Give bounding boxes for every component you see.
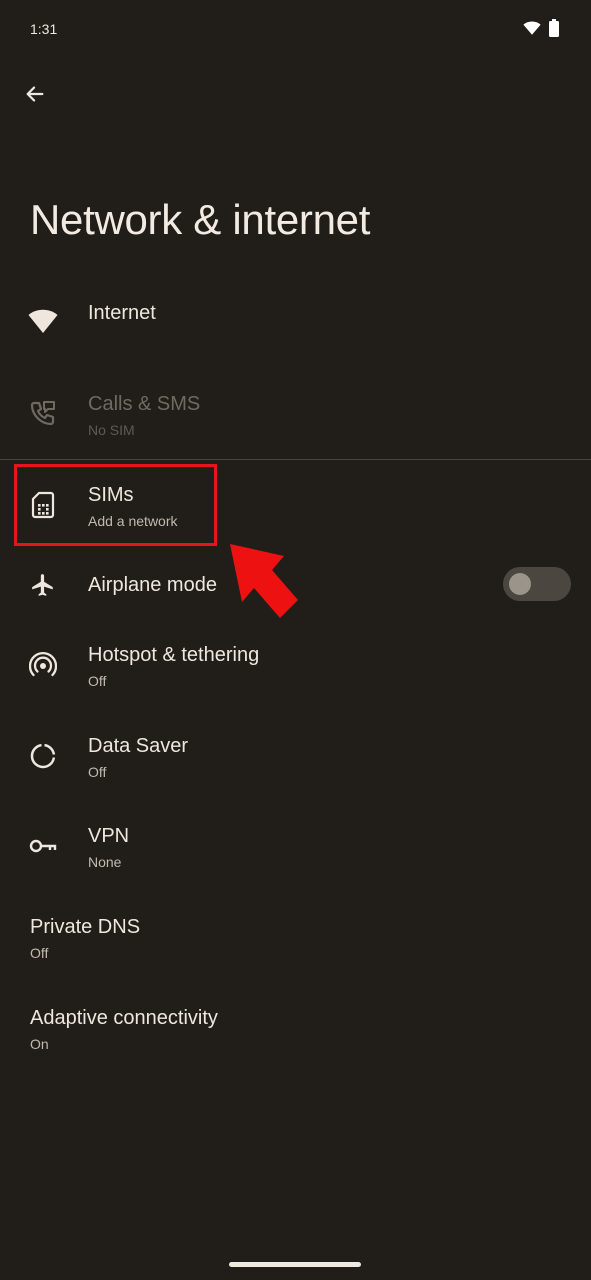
status-bar: 1:31 xyxy=(0,0,591,58)
status-time: 1:31 xyxy=(30,21,58,37)
item-title: Airplane mode xyxy=(88,574,217,596)
item-subtitle: No SIM xyxy=(88,422,135,438)
airplane-mode-toggle[interactable] xyxy=(503,567,571,601)
item-title: Hotspot & tethering xyxy=(88,644,260,666)
back-button[interactable] xyxy=(18,78,52,110)
settings-item-private-dns[interactable]: Private DNS Off xyxy=(0,892,591,980)
phone-sms-icon xyxy=(26,396,60,430)
settings-item-data-saver[interactable]: Data Saver Off xyxy=(0,711,591,799)
item-subtitle: Off xyxy=(88,764,107,780)
data-saver-icon xyxy=(26,739,60,773)
wifi-status-icon xyxy=(523,21,541,35)
status-icons xyxy=(523,19,559,37)
settings-item-internet[interactable]: Internet xyxy=(0,278,591,366)
settings-item-hotspot[interactable]: Hotspot & tethering Off xyxy=(0,620,591,708)
sim-card-icon xyxy=(26,488,60,522)
item-title: Adaptive connectivity xyxy=(30,1007,218,1029)
item-title: SIMs xyxy=(88,484,134,506)
item-subtitle: Off xyxy=(88,673,107,689)
toggle-knob xyxy=(509,573,531,595)
item-title: Internet xyxy=(88,302,156,324)
arrow-left-icon xyxy=(26,86,44,102)
wifi-icon xyxy=(26,304,60,338)
item-title: Data Saver xyxy=(88,735,189,757)
item-subtitle: Off xyxy=(30,945,49,961)
item-title: Private DNS xyxy=(30,916,141,938)
item-subtitle: None xyxy=(88,854,122,870)
settings-item-calls-sms[interactable]: Calls & SMS No SIM xyxy=(0,369,591,457)
gesture-nav-handle[interactable] xyxy=(229,1262,361,1267)
hotspot-icon xyxy=(26,648,60,682)
item-subtitle: Add a network xyxy=(88,513,178,529)
battery-icon xyxy=(549,19,559,37)
page-title: Network & internet xyxy=(30,196,371,243)
settings-item-vpn[interactable]: VPN None xyxy=(0,801,591,889)
item-subtitle: On xyxy=(30,1036,49,1052)
airplane-icon xyxy=(26,568,60,602)
key-icon xyxy=(26,829,60,863)
settings-item-sims[interactable]: SIMs Add a network xyxy=(0,460,591,548)
item-title: VPN xyxy=(88,825,130,847)
settings-item-adaptive-connectivity[interactable]: Adaptive connectivity On xyxy=(0,983,591,1071)
item-title: Calls & SMS xyxy=(88,393,201,415)
